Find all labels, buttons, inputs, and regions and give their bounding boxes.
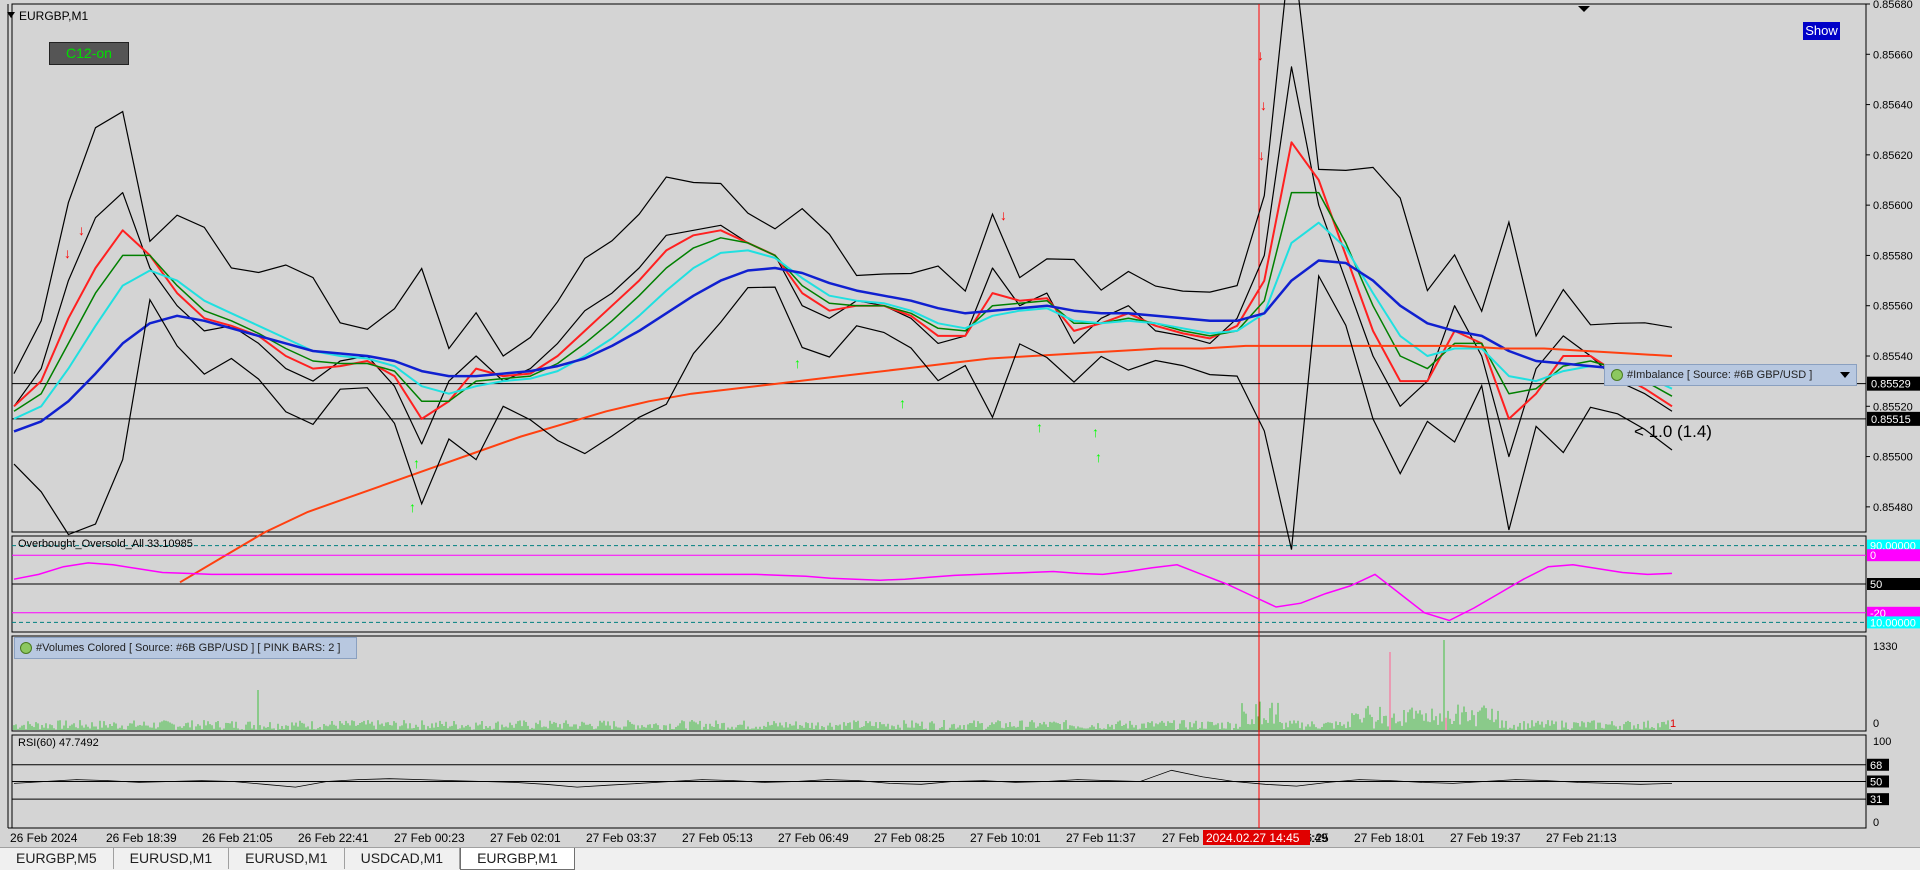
collapse-triangle-icon[interactable] <box>7 12 15 18</box>
show-button[interactable]: Show <box>1803 22 1840 40</box>
signal-up-arrow-icon: ↑ <box>409 499 416 515</box>
obos-title: Overbought_Oversold_All 33.10985 <box>18 538 193 550</box>
x-tick-label: 27 Feb 05:13 <box>682 831 753 845</box>
x-tick-label: 26 Feb 18:39 <box>106 831 177 845</box>
signal-up-arrow-icon: ↑ <box>794 355 801 371</box>
y-tick-label: 0.85580 <box>1873 250 1913 262</box>
signal-down-arrow-icon: ↓ <box>78 222 85 238</box>
volume-y-tick-label: 0 <box>1873 718 1879 730</box>
rsi-level-label: 31 <box>1870 794 1882 806</box>
y-tick-label: 0.85540 <box>1873 351 1913 363</box>
x-tick-label: 27 Feb 19:37 <box>1450 831 1521 845</box>
tab-eurusd-m1-a[interactable]: EURUSD,M1 <box>114 848 230 869</box>
tab-eurusd-m1-b[interactable]: EURUSD,M1 <box>229 848 345 869</box>
obos-level-label: 0 <box>1870 550 1876 562</box>
imbalance-ratio-label: < 1.0 (1.4) <box>1634 422 1712 441</box>
signal-up-arrow-icon: ↑ <box>899 395 906 411</box>
signal-up-arrow-icon: ↑ <box>1095 449 1102 465</box>
signal-down-arrow-icon: ↓ <box>1257 47 1264 63</box>
y-tick-label: 0.85680 <box>1873 0 1913 11</box>
imbalance-label-text: #Imbalance [ Source: #6B GBP/USD ] <box>1627 369 1813 381</box>
x-tick-label: 27 Feb 10:01 <box>970 831 1041 845</box>
chart-tabs: EURGBP,M5 EURUSD,M1 EURUSD,M1 USDCAD,M1 … <box>0 847 1920 870</box>
x-tick-label: 26 Feb 21:05 <box>202 831 273 845</box>
indicator-status-icon <box>1611 369 1623 382</box>
y-tick-label: 0.85480 <box>1873 502 1913 514</box>
volumes-label-text: #Volumes Colored [ Source: #6B GBP/USD ]… <box>36 642 341 654</box>
x-tick-label: 27 Feb 03:37 <box>586 831 657 845</box>
y-tick-label: 0.85600 <box>1873 200 1913 212</box>
trading-chart[interactable]: ↓ ↓ ↓ ↓ ↓ ↓ ↑ ↑ ↑ ↑ ↑ ↑ ↑ 0.85680 0.85660 0.85640 0.856… <box>0 0 1920 869</box>
signal-up-arrow-icon: ↑ <box>1036 419 1043 435</box>
y-tick-label: 0.85500 <box>1873 452 1913 464</box>
volume-y-tick-label: 1330 <box>1873 641 1897 653</box>
chart-background <box>0 0 1920 869</box>
y-tick-label: 0.85660 <box>1873 49 1913 61</box>
x-tick-label: 27 Feb <box>1162 831 1200 845</box>
symbol-title: EURGBP,M1 <box>19 9 89 23</box>
x-tick-label: 27 Feb 18:01 <box>1354 831 1425 845</box>
rsi-y-tick-label: 100 <box>1873 736 1891 748</box>
x-tick-label: 26 Feb 22:41 <box>298 831 369 845</box>
indicator-status-icon <box>20 642 32 655</box>
tab-eurgbp-m5[interactable]: EURGBP,M5 <box>0 848 114 869</box>
y-tick-label: 0.85640 <box>1873 100 1913 112</box>
rsi-level-label: 68 <box>1870 760 1882 772</box>
volumes-indicator-label[interactable]: #Volumes Colored [ Source: #6B GBP/USD ]… <box>14 637 357 659</box>
rsi-title: RSI(60) 47.7492 <box>18 737 99 749</box>
signal-down-arrow-icon: ↓ <box>64 245 71 261</box>
signal-down-arrow-icon: ↓ <box>1260 97 1267 113</box>
obos-level-label: 50 <box>1870 579 1882 591</box>
x-tick-label: 27 Feb 02:01 <box>490 831 561 845</box>
signal-down-arrow-icon: ↓ <box>1000 207 1007 223</box>
y-tick-label: 0.85520 <box>1873 401 1913 413</box>
x-tick-label: 27 Feb 21:13 <box>1546 831 1617 845</box>
volume-pink-count: 1 <box>1670 718 1676 730</box>
x-tick-label: 27 Feb 11:37 <box>1066 831 1136 845</box>
x-tick-label: 27 Feb 06:49 <box>778 831 849 845</box>
x-tick-label-partial: :49 <box>1311 831 1328 845</box>
tab-usdcad-m1[interactable]: USDCAD,M1 <box>345 848 461 869</box>
imbalance-indicator-label[interactable]: #Imbalance [ Source: #6B GBP/USD ] <box>1604 364 1857 386</box>
tab-eurgbp-m1[interactable]: EURGBP,M1 <box>460 848 575 870</box>
price-marker-label: 0.85515 <box>1871 414 1911 426</box>
signal-up-arrow-icon: ↑ <box>1092 424 1099 440</box>
y-tick-label: 0.85560 <box>1873 301 1913 313</box>
rsi-level-label: 50 <box>1870 777 1882 789</box>
price-marker-label: 0.85529 <box>1871 379 1911 391</box>
c12-toggle-button[interactable]: C12-on <box>49 42 129 65</box>
dropdown-arrow-icon[interactable] <box>1840 372 1850 378</box>
obos-level-label: 10.00000 <box>1870 617 1916 629</box>
rsi-y-tick-label: 0 <box>1873 817 1879 829</box>
time-highlight-label: 2024.02.27 14:45 <box>1206 831 1300 845</box>
signal-down-arrow-icon: ↓ <box>1258 147 1265 163</box>
x-tick-label: 26 Feb 2024 <box>10 831 78 845</box>
x-tick-label: 27 Feb 00:23 <box>394 831 465 845</box>
y-tick-label: 0.85620 <box>1873 150 1913 162</box>
x-tick-label: 27 Feb 08:25 <box>874 831 945 845</box>
signal-up-arrow-icon: ↑ <box>413 455 420 471</box>
